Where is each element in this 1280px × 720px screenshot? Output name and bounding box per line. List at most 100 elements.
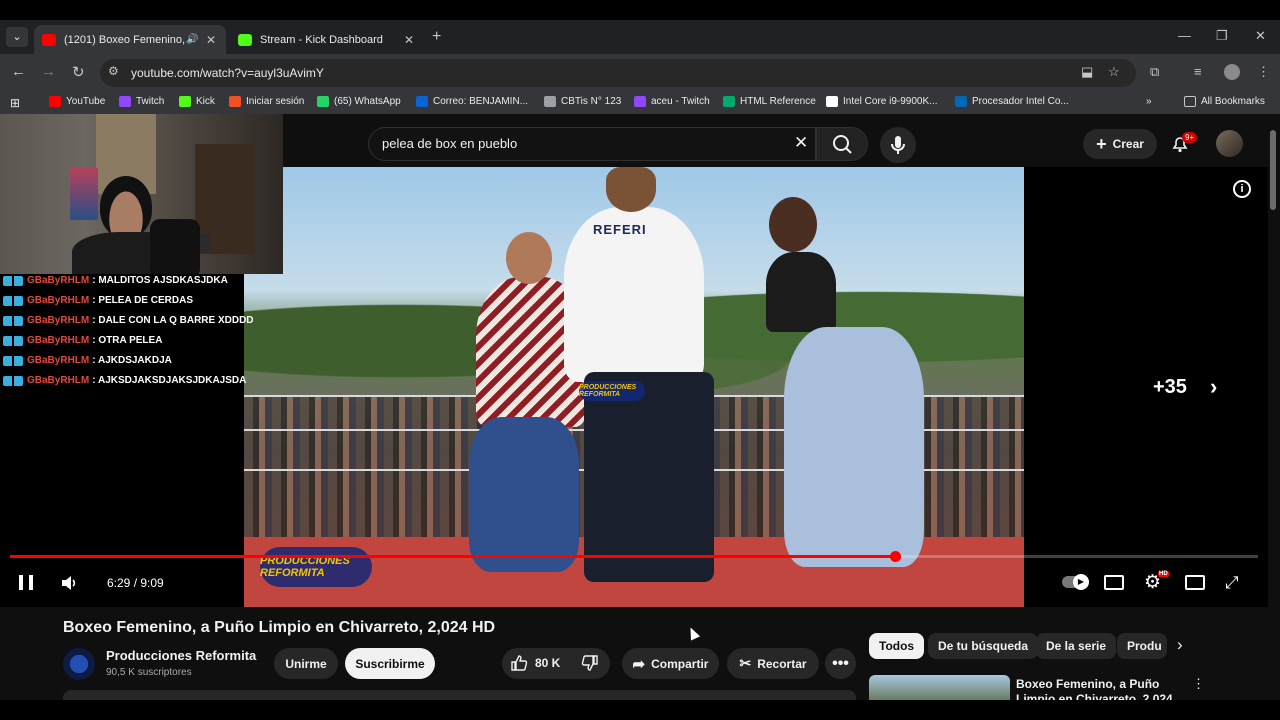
subtitles-icon[interactable] <box>1104 575 1124 590</box>
channel-avatar[interactable] <box>63 648 95 680</box>
chat-username: GBaByRHLM <box>27 355 90 366</box>
fullscreen-icon[interactable]: ⤢ <box>1225 573 1239 593</box>
close-tab-icon[interactable]: ✕ <box>402 33 416 47</box>
subscribe-button[interactable]: Suscribirme <box>345 648 435 679</box>
like-button[interactable]: 80 K <box>510 654 560 672</box>
chat-badge-icon <box>3 375 23 386</box>
intel-icon <box>955 96 967 107</box>
chips-next-icon[interactable]: › <box>1177 635 1183 655</box>
volume-icon[interactable] <box>60 574 78 597</box>
fighter-left-head <box>506 232 552 284</box>
chip-de-tu-busqueda[interactable]: De tu búsqueda <box>928 633 1039 659</box>
bookmark-star-icon[interactable]: ☆ <box>1108 64 1120 80</box>
chat-message: GBaByRHLM: MALDITOS AJSDKASJDKA <box>3 275 228 286</box>
bookmark-5[interactable]: Correo: BENJAMIN... <box>416 96 528 107</box>
amazon-icon <box>826 96 838 107</box>
restore-icon[interactable]: ❐ <box>1216 28 1228 44</box>
dislike-button[interactable] <box>581 654 599 677</box>
voice-search-button[interactable] <box>880 127 916 163</box>
chevron-right-icon[interactable]: › <box>1210 374 1217 400</box>
chip-todos[interactable]: Todos <box>869 633 925 659</box>
close-tab-icon[interactable]: ✕ <box>204 33 218 47</box>
channel-name[interactable]: Producciones Reformita <box>106 648 256 663</box>
media-control-icon[interactable]: ≡ <box>1194 64 1202 79</box>
kick-icon <box>179 96 191 107</box>
video-frame[interactable]: REFERI PRODUCCIONES REFORMITA PRODUCCION… <box>244 167 1024 607</box>
profile-icon[interactable] <box>1224 64 1240 80</box>
progress-bar[interactable] <box>10 551 1258 562</box>
theater-mode-icon[interactable] <box>1185 575 1205 590</box>
create-button[interactable]: + Crear <box>1083 129 1157 159</box>
bookmark-6[interactable]: CBTis N° 123 <box>544 96 621 107</box>
bookmark-label: aceu - Twitch <box>651 96 710 107</box>
tab-search-button[interactable]: ⌄ <box>6 27 28 47</box>
bookmark-8[interactable]: HTML Reference <box>723 96 816 107</box>
streamer-head <box>100 176 152 238</box>
bookmark-3[interactable]: Iniciar sesión <box>229 96 304 107</box>
minimize-icon[interactable]: — <box>1178 28 1191 43</box>
search-query[interactable]: pelea de box en pueblo <box>382 136 517 151</box>
clip-button[interactable]: ✂ Recortar <box>727 648 819 679</box>
all-bookmarks-button[interactable]: All Bookmarks <box>1184 96 1265 107</box>
like-count: 80 K <box>535 656 561 670</box>
all-bookmarks-label: All Bookmarks <box>1201 96 1265 107</box>
bookmark-label: Intel Core i9-9900K... <box>843 96 938 107</box>
autoplay-toggle[interactable]: ▶ <box>1062 574 1089 590</box>
clear-search-icon[interactable]: ✕ <box>794 133 808 153</box>
bookmark-4[interactable]: (65) WhatsApp <box>317 96 401 107</box>
chip-de-la-serie[interactable]: De la serie <box>1036 633 1117 659</box>
chat-message: GBaByRHLM: PELEA DE CERDAS <box>3 295 193 306</box>
menu-kebab-icon[interactable]: ⋮ <box>1257 64 1270 80</box>
microsoft-icon <box>229 96 241 107</box>
share-button[interactable]: ➦ Compartir <box>622 648 719 679</box>
bookmark-label: Kick <box>196 96 215 107</box>
recommended-menu-icon[interactable]: ⋮ <box>1192 676 1205 692</box>
video-title: Boxeo Femenino, a Puño Limpio en Chivarr… <box>63 619 496 636</box>
extensions-icon[interactable]: ⧉ <box>1150 64 1159 80</box>
bookmark-0[interactable]: YouTube <box>49 96 105 107</box>
more-bookmarks-icon[interactable]: » <box>1146 96 1152 107</box>
site-info-icon[interactable]: ⚙ <box>108 64 119 78</box>
reload-button[interactable]: ↻ <box>72 63 85 81</box>
tab-kick-dashboard[interactable]: Stream - Kick Dashboard ✕ <box>230 25 424 54</box>
recommended-title[interactable]: Boxeo Femenino, a Puño Limpio en Chivarr… <box>1016 677 1191 700</box>
progress-scrubber[interactable] <box>889 551 901 562</box>
youtube-icon <box>49 96 61 107</box>
bookmark-label: Twitch <box>136 96 165 107</box>
speaker-icon[interactable]: 🔊 <box>186 34 200 45</box>
chat-badge-icon <box>3 355 23 366</box>
apps-grid-icon[interactable]: ⊞ <box>10 96 20 110</box>
bookmark-10[interactable]: Procesador Intel Co... <box>955 96 1069 107</box>
join-button[interactable]: Unirme <box>274 648 338 679</box>
back-button[interactable]: ← <box>11 63 26 80</box>
bookmark-9[interactable]: Intel Core i9-9900K... <box>826 96 938 107</box>
new-tab-button[interactable]: + <box>432 28 441 46</box>
chat-badge-icon <box>3 275 23 286</box>
url-text[interactable]: youtube.com/watch?v=auyl3uAvimY <box>131 66 324 80</box>
search-button[interactable] <box>816 127 868 161</box>
bookmark-7[interactable]: aceu - Twitch <box>634 96 710 107</box>
forward-button[interactable]: → <box>41 63 56 80</box>
chat-username: GBaByRHLM <box>27 375 90 386</box>
install-app-icon[interactable]: ⬓ <box>1081 64 1093 80</box>
tab-youtube[interactable]: (1201) Boxeo Femenino, a P 🔊 ✕ <box>34 25 226 54</box>
kick-icon <box>238 33 252 46</box>
account-avatar[interactable] <box>1216 130 1243 157</box>
streamer-webcam <box>0 114 283 274</box>
chat-username: GBaByRHLM <box>27 315 90 326</box>
bookmark-2[interactable]: Kick <box>179 96 215 107</box>
progress-played <box>10 555 895 558</box>
pause-icon[interactable] <box>19 575 33 590</box>
more-videos-count[interactable]: +35 <box>1153 376 1187 399</box>
chip-producciones[interactable]: Produ <box>1117 633 1167 659</box>
bookmark-label: CBTis N° 123 <box>561 96 622 107</box>
bookmark-1[interactable]: Twitch <box>119 96 164 107</box>
hd-badge: HD <box>1158 571 1169 577</box>
close-window-icon[interactable]: ✕ <box>1255 28 1266 44</box>
folder-icon <box>1184 96 1196 107</box>
info-icon[interactable]: i <box>1233 180 1251 198</box>
notification-count-badge: 9+ <box>1182 132 1198 143</box>
more-actions-button[interactable]: ••• <box>825 648 856 679</box>
screen-top-bar <box>0 0 1280 20</box>
page-scrollbar[interactable] <box>1270 130 1276 210</box>
